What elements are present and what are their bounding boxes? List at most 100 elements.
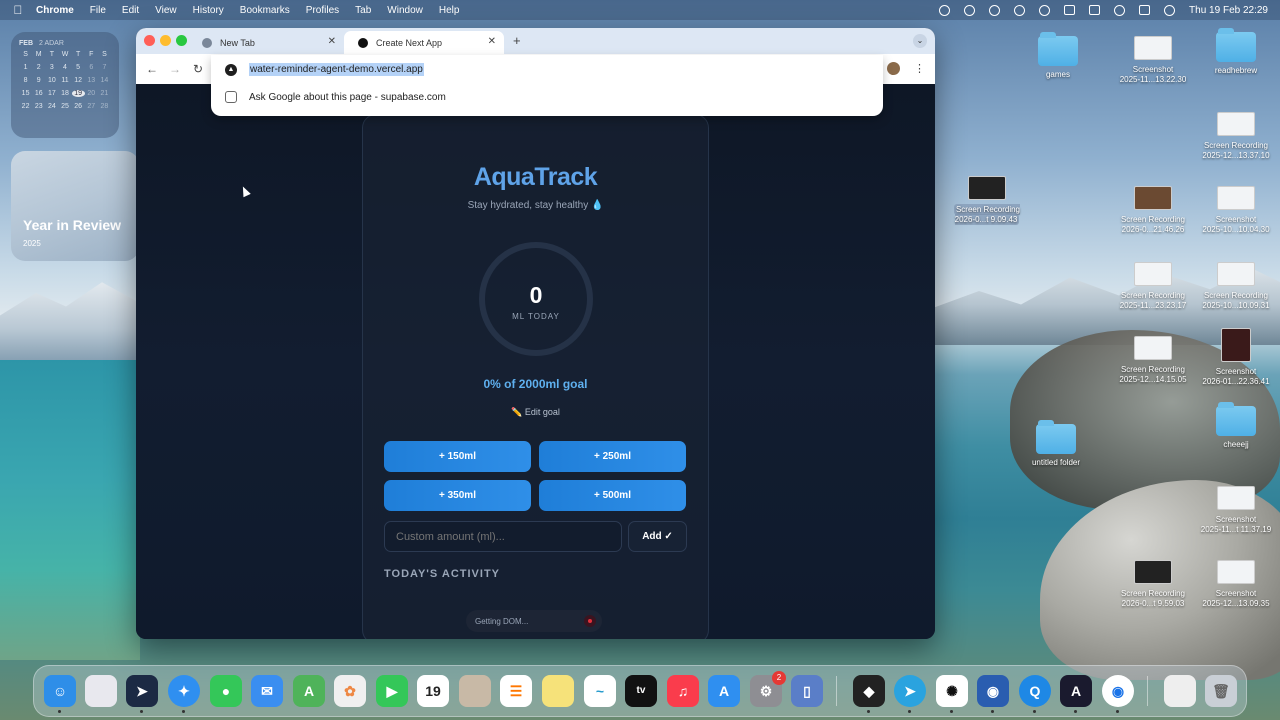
database-app-icon[interactable]: ◉ [977,675,1009,707]
desktop-file[interactable]: Screen Recording 2025-11...23.23.17 [1113,262,1193,311]
desktop-folder-untitled[interactable]: untitled folder [1016,420,1096,468]
running-indicator [867,710,870,713]
telegram-proxy-icon[interactable]: ➤ [126,675,158,707]
edit-goal-button[interactable]: ✏️ Edit goal [363,407,708,418]
desktop-icon-label: Screen Recording 2026-0...21.46.26 [1120,215,1186,234]
omnibox-url[interactable]: water-reminder-agent-demo.vercel.app [249,63,424,76]
menu-app-name[interactable]: Chrome [36,5,74,16]
new-tab-icon[interactable]: + [513,33,521,48]
menu-bookmarks[interactable]: Bookmarks [240,5,290,16]
menu-clock[interactable]: Thu 19 Feb 22:29 [1189,5,1268,16]
reload-icon[interactable]: ↻ [193,62,203,76]
calendar-widget[interactable]: FEB 2 ADAR S M T W T F S 1 2 3 4 5 6 7 8… [11,32,119,138]
contacts-icon[interactable] [459,675,491,707]
forward-icon[interactable]: → [169,62,181,76]
iphone-mirroring-icon[interactable]: ▯ [791,675,823,707]
chrome-icon[interactable]: ◉ [1102,675,1134,707]
desktop-file[interactable]: Screen Recording 2026-0...21.46.26 [1113,186,1193,235]
music-icon[interactable]: ♫ [667,675,699,707]
telegram-icon[interactable]: ➤ [894,675,926,707]
close-window-icon[interactable] [144,35,155,46]
desktop-file[interactable]: Screenshot 2025-11...t 11.37.19 [1196,486,1276,535]
profile-avatar[interactable] [887,62,900,75]
user-icon[interactable] [1039,4,1051,16]
desktop-file[interactable]: Screenshot 2026-01...22.36.41 [1196,328,1276,387]
apple-menu-icon[interactable]:  [0,3,36,17]
photos-widget[interactable]: Year in Review 2025 [11,151,139,261]
safari-icon[interactable]: ✦ [168,675,200,707]
extension-status-icon[interactable] [989,4,1001,16]
facetime-icon[interactable]: ▶ [376,675,408,707]
photos-icon[interactable]: ✿ [334,675,366,707]
desktop-file[interactable]: Screenshot 2025-11...13.22.30 [1113,36,1193,85]
apple-tv-icon[interactable]: tv [625,675,657,707]
calendar-app-icon[interactable]: 19 [417,675,449,707]
stop-recording-icon[interactable] [584,615,596,627]
desktop-file[interactable]: Screen Recording 2025-10...10.09.31 [1196,262,1276,311]
reminders-icon[interactable]: ☰ [500,675,532,707]
tab-create-next-app[interactable]: Create Next App ✕ [344,31,504,54]
desktop-file-selected[interactable]: Screen Recording 2026-0...t 9.09.43 [947,176,1027,225]
desktop-file[interactable]: Screenshot 2025-10...10.04.30 [1196,186,1276,235]
messages-icon[interactable]: ● [210,675,242,707]
desktop-folder-readhebrew[interactable]: readhebrew [1196,28,1276,76]
siri-icon[interactable] [1164,4,1176,16]
record-status-icon[interactable] [939,4,951,16]
maps-icon[interactable]: A [293,675,325,707]
menu-view[interactable]: View [155,5,177,16]
menu-tab[interactable]: Tab [355,5,371,16]
menu-history[interactable]: History [193,5,224,16]
finder-icon[interactable]: ☺ [44,675,76,707]
more-menu-icon[interactable]: ⋮ [914,62,925,75]
desktop-folder-cheeejj[interactable]: cheeejj [1196,402,1276,450]
photos-widget-year: 2025 [23,239,41,248]
cloud-icon[interactable] [1014,4,1026,16]
add-350ml-button[interactable]: + 350ml [384,480,531,511]
desktop-folder-games[interactable]: games [1018,32,1098,80]
cursor-app-icon[interactable]: ◆ [853,675,885,707]
screen-mirroring-icon[interactable] [1089,5,1101,15]
keyboard-icon[interactable] [1064,5,1076,15]
close-tab-icon[interactable]: ✕ [328,36,336,47]
launchpad-icon[interactable] [85,675,117,707]
menu-window[interactable]: Window [387,5,423,16]
desktop-file[interactable]: Screenshot 2025-12...13.09.35 [1196,560,1276,609]
add-150ml-button[interactable]: + 150ml [384,441,531,472]
close-tab-icon[interactable]: ✕ [488,36,496,47]
menu-edit[interactable]: Edit [122,5,139,16]
desktop-file[interactable]: Screen Recording 2025-12...13.37.10 [1196,112,1276,161]
weekday: S [102,51,107,58]
app-store-icon[interactable]: A [708,675,740,707]
custom-amount-input[interactable] [384,521,622,552]
add-500ml-button[interactable]: + 500ml [539,480,686,511]
add-custom-button[interactable]: Add ✓ [628,521,687,552]
documents-stack-icon[interactable] [1164,675,1196,707]
omnibox-suggestion[interactable]: Ask Google about this page - supabase.co… [225,91,446,103]
affinity-icon[interactable]: A [1060,675,1092,707]
calendar-day: 13 [87,77,96,84]
freeform-icon[interactable]: ~ [584,675,616,707]
omnibox-url-row[interactable]: ▲ water-reminder-agent-demo.vercel.app [225,63,424,76]
back-icon[interactable]: ← [146,62,158,76]
focus-icon[interactable] [964,4,976,16]
desktop-file[interactable]: Screen Recording 2026-0...t 9.59.03 [1113,560,1193,609]
trash-icon[interactable]: 🗑 [1205,675,1237,707]
menu-profiles[interactable]: Profiles [306,5,339,16]
mail-icon[interactable]: ✉ [251,675,283,707]
menu-file[interactable]: File [90,5,106,16]
control-center-icon[interactable] [1139,5,1151,15]
system-settings-icon[interactable]: ⚙ 2 [750,671,786,707]
search-icon[interactable] [1114,4,1126,16]
quicktime-icon[interactable]: Q [1019,675,1051,707]
calendar-day: 11 [61,77,69,84]
notes-icon[interactable] [542,675,574,707]
menu-help[interactable]: Help [439,5,460,16]
tab-new-tab[interactable]: New Tab ✕ [188,31,344,54]
chatgpt-icon[interactable]: ✺ [936,675,968,707]
desktop-file[interactable]: Screen Recording 2025-12...14.15.05 [1113,336,1193,385]
add-250ml-button[interactable]: + 250ml [539,441,686,472]
minimize-window-icon[interactable] [160,35,171,46]
zoom-window-icon[interactable] [176,35,187,46]
tab-search-icon[interactable]: ⌄ [913,34,927,48]
desktop-icon-label: Screen Recording 2025-10...10.09.31 [1202,291,1270,310]
